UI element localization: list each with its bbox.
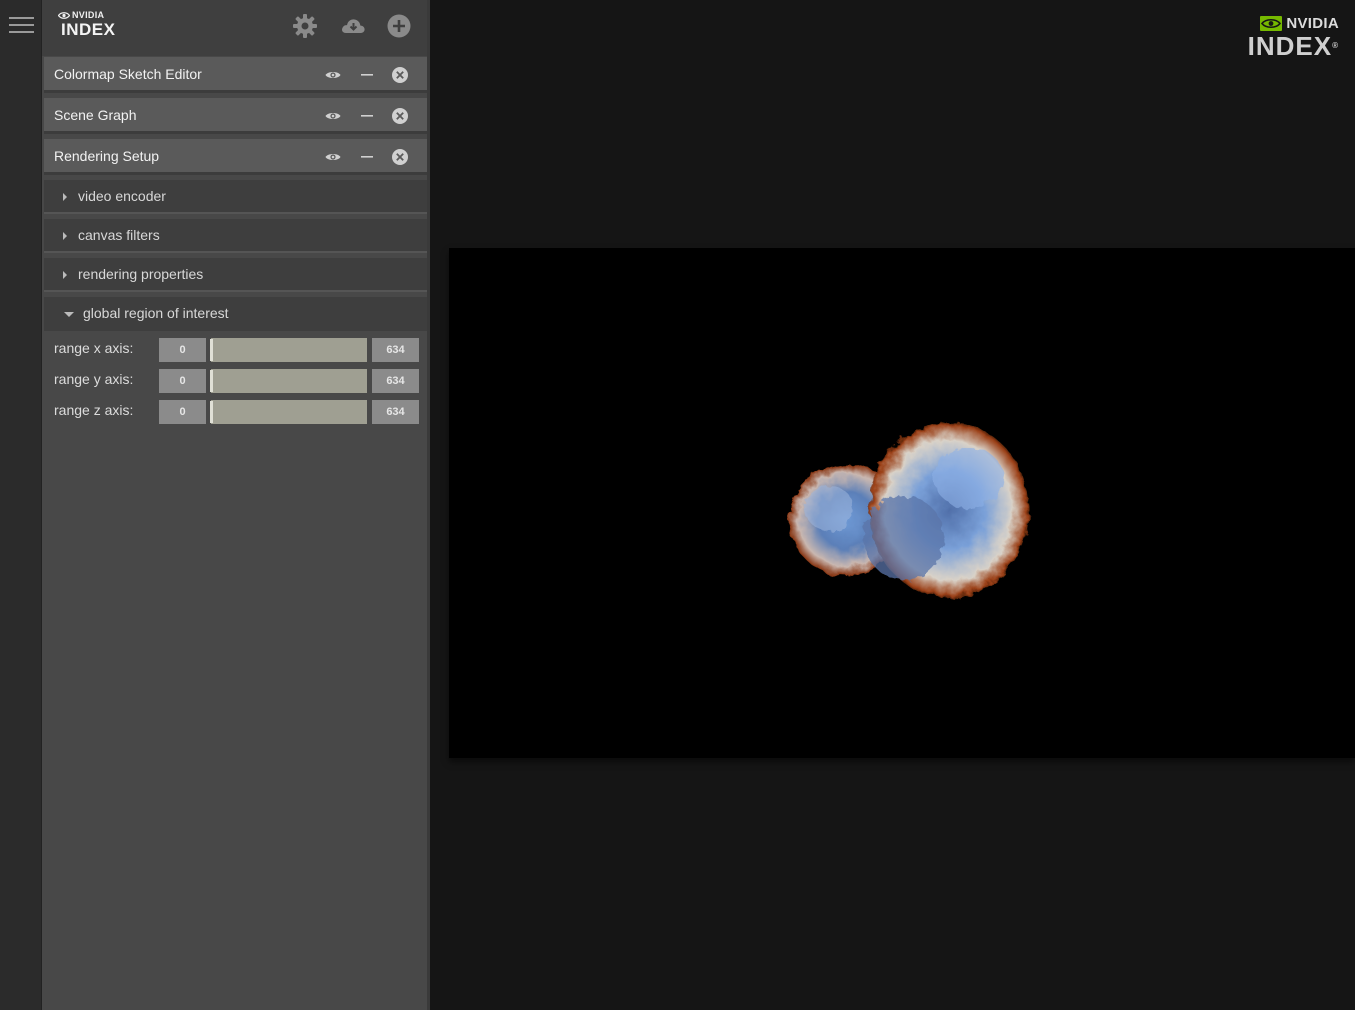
- section-label: rendering properties: [78, 266, 204, 282]
- range-x-handle[interactable]: [210, 339, 213, 361]
- window-rendering-setup[interactable]: Rendering Setup: [44, 139, 427, 175]
- minimize-icon[interactable]: [358, 66, 376, 84]
- cloud-download-icon[interactable]: [340, 13, 366, 39]
- range-z-selected: [211, 400, 367, 424]
- close-icon[interactable]: [391, 148, 409, 166]
- gear-icon[interactable]: [292, 13, 318, 39]
- section-label: canvas filters: [78, 227, 160, 243]
- range-x-axis-row: range x axis:: [44, 337, 427, 363]
- range-y-axis-row: range y axis:: [44, 368, 427, 394]
- minimize-icon[interactable]: [358, 148, 376, 166]
- range-y-min-input[interactable]: [159, 369, 206, 393]
- range-z-handle[interactable]: [210, 401, 213, 423]
- eye-icon[interactable]: [324, 66, 342, 84]
- watermark-product-text: INDEX: [1247, 31, 1333, 61]
- range-z-axis-row: range z axis:: [44, 399, 427, 425]
- eye-icon[interactable]: [324, 107, 342, 125]
- volume-render-image[interactable]: [449, 248, 1355, 758]
- registered-mark: ®: [1332, 41, 1339, 50]
- window-scene-graph[interactable]: Scene Graph: [44, 98, 427, 134]
- logo-brand: NVIDIA: [72, 10, 105, 20]
- render-canvas[interactable]: [449, 248, 1355, 758]
- caret-right-icon: [63, 193, 67, 201]
- range-z-slider[interactable]: [210, 400, 367, 424]
- section-rendering-properties[interactable]: rendering properties: [44, 258, 427, 292]
- close-icon[interactable]: [391, 107, 409, 125]
- range-z-max-input[interactable]: [372, 400, 419, 424]
- range-y-max-input[interactable]: [372, 369, 419, 393]
- section-label: video encoder: [78, 188, 166, 204]
- panel-header: NVIDIA INDEX: [42, 0, 427, 56]
- add-circle-icon[interactable]: [386, 13, 412, 39]
- nvidia-eye-logo-icon: [58, 11, 70, 19]
- caret-right-icon: [63, 232, 67, 240]
- range-z-min-input[interactable]: [159, 400, 206, 424]
- viewport-area: NVIDIA INDEX®: [433, 0, 1355, 1010]
- side-panel: NVIDIA INDEX Colormap Sketch Editor Scen…: [42, 0, 430, 1010]
- section-label: global region of interest: [83, 305, 229, 321]
- logo-product: INDEX: [61, 20, 116, 39]
- range-y-handle[interactable]: [210, 370, 213, 392]
- caret-right-icon: [63, 271, 67, 279]
- window-title: Colormap Sketch Editor: [54, 66, 202, 82]
- range-x-min-input[interactable]: [159, 338, 206, 362]
- eye-icon[interactable]: [324, 148, 342, 166]
- range-x-selected: [211, 338, 367, 362]
- nvidia-index-watermark: NVIDIA INDEX®: [1247, 14, 1339, 61]
- watermark-product: INDEX®: [1247, 32, 1339, 60]
- range-y-axis-label: range y axis:: [54, 371, 134, 387]
- watermark-brand: NVIDIA: [1286, 14, 1339, 32]
- range-y-slider[interactable]: [210, 369, 367, 393]
- nvidia-eye-logo-icon: [1260, 15, 1283, 31]
- range-x-slider[interactable]: [210, 338, 367, 362]
- window-title: Scene Graph: [54, 107, 137, 123]
- caret-down-icon: [64, 312, 74, 317]
- minimize-icon[interactable]: [358, 107, 376, 125]
- section-canvas-filters[interactable]: canvas filters: [44, 219, 427, 253]
- section-video-encoder[interactable]: video encoder: [44, 180, 427, 214]
- hamburger-menu-icon[interactable]: [9, 17, 34, 36]
- range-x-axis-label: range x axis:: [54, 340, 134, 356]
- nvidia-index-logo: NVIDIA INDEX: [58, 10, 118, 42]
- window-colormap-sketch-editor[interactable]: Colormap Sketch Editor: [44, 57, 427, 93]
- range-z-axis-label: range z axis:: [54, 402, 134, 418]
- section-global-region-of-interest[interactable]: global region of interest: [44, 297, 427, 331]
- close-icon[interactable]: [391, 66, 409, 84]
- left-rail: [0, 0, 42, 1010]
- range-y-selected: [211, 369, 367, 393]
- range-x-max-input[interactable]: [372, 338, 419, 362]
- window-title: Rendering Setup: [54, 148, 160, 164]
